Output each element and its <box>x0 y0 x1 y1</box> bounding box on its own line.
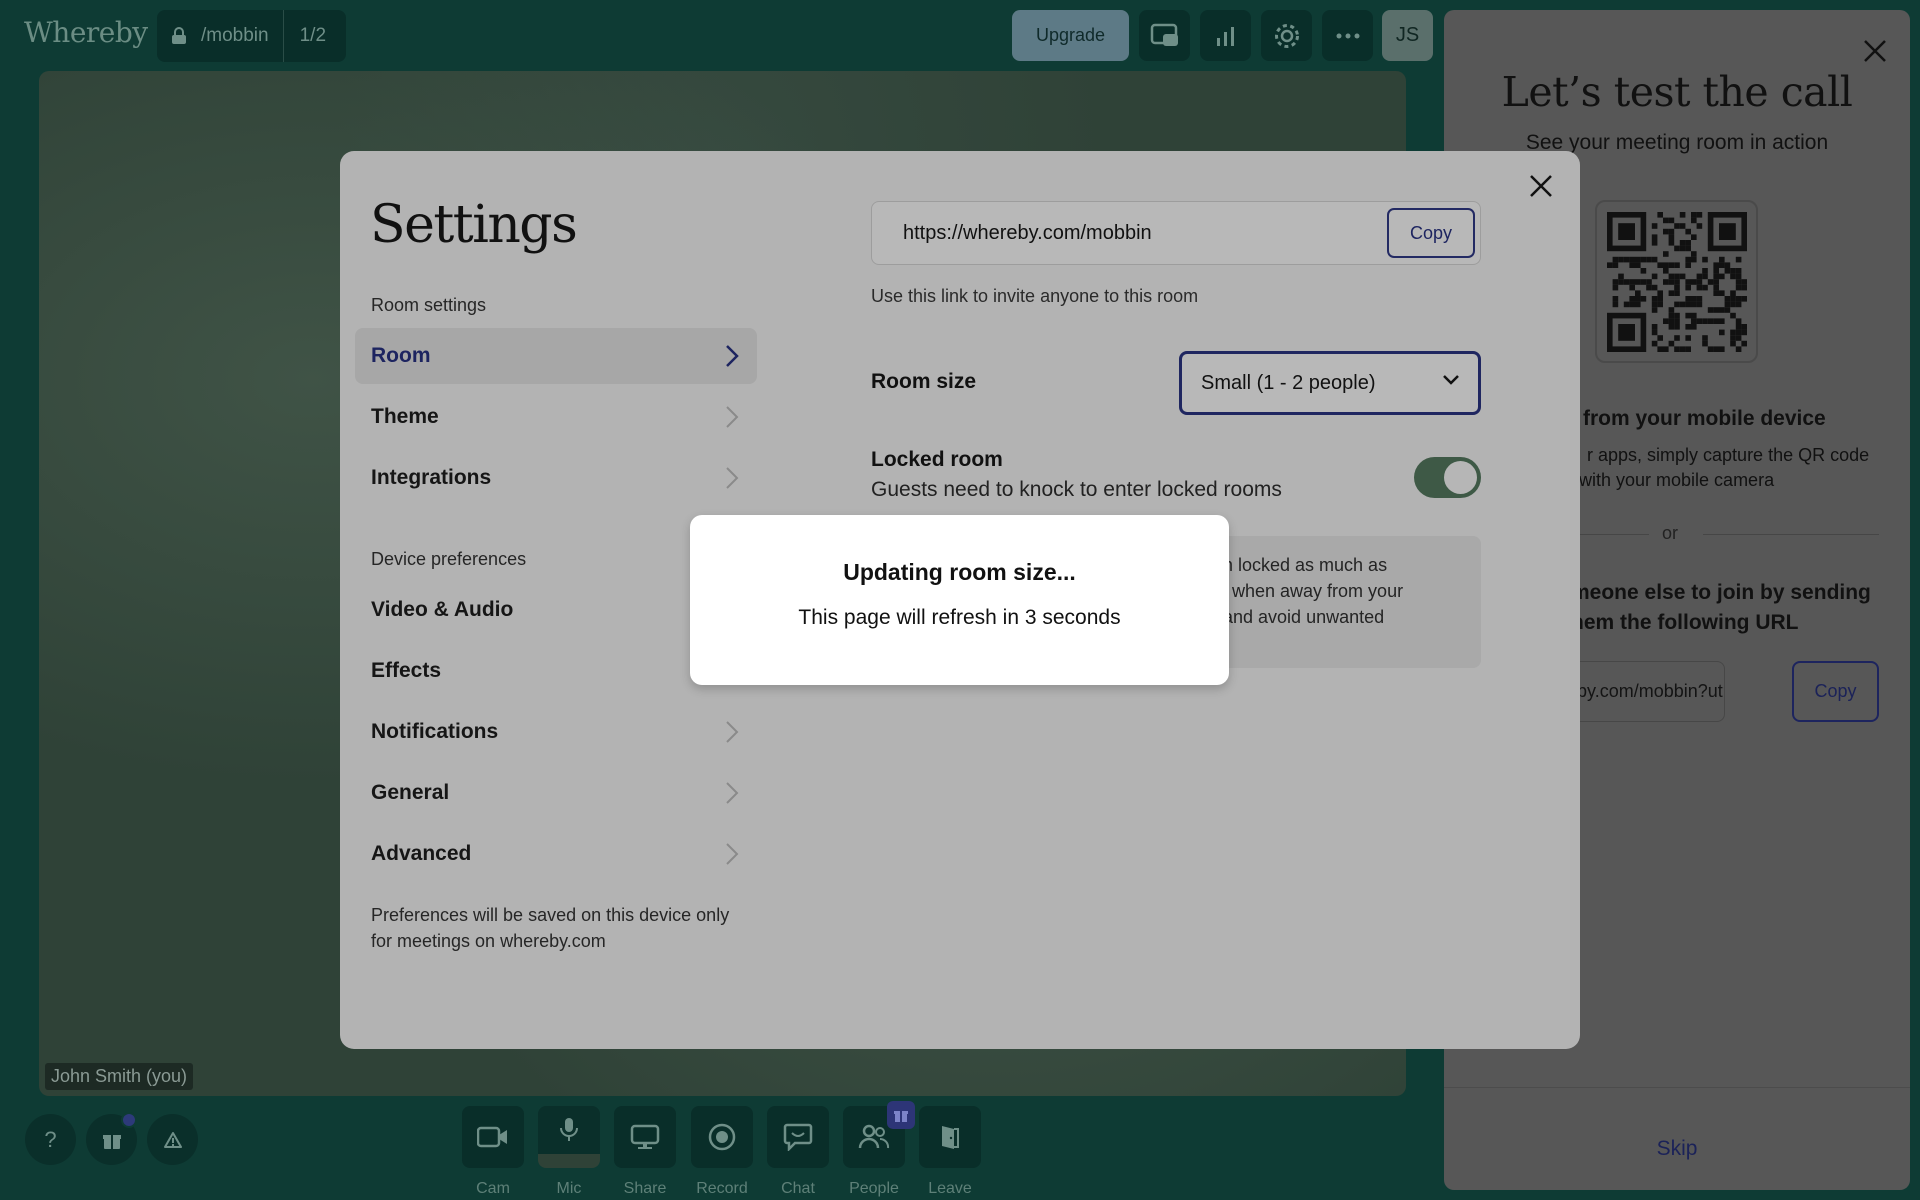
mobile-text-2: with your mobile camera <box>1579 470 1775 490</box>
record-icon <box>708 1123 736 1151</box>
share-button[interactable]: Share <box>614 1106 676 1198</box>
notification-dot <box>121 1112 137 1128</box>
chevron-right-icon <box>726 406 739 428</box>
picture-in-picture-button[interactable] <box>1139 10 1190 61</box>
mic-button[interactable]: Mic <box>538 1106 600 1198</box>
invite-heading-1: meone else to join by sending <box>1571 581 1871 604</box>
leave-button[interactable]: Leave <box>919 1106 981 1198</box>
panel-footer-divider <box>1444 1087 1910 1088</box>
lock-icon <box>157 27 201 45</box>
settings-button[interactable] <box>1261 10 1312 61</box>
upgrade-button[interactable]: Upgrade <box>1012 10 1129 61</box>
copy-invite-url-button[interactable]: Copy <box>1792 661 1879 722</box>
room-info-pill[interactable]: /mobbin 1/2 <box>157 10 346 62</box>
chevron-right-icon <box>726 467 739 489</box>
mobile-heading: from your mobile device <box>1583 407 1826 430</box>
leave-door-icon <box>942 1126 959 1149</box>
question-mark-icon: ? <box>44 1126 57 1152</box>
report-issue-button[interactable] <box>147 1114 198 1165</box>
record-button[interactable]: Record <box>691 1106 753 1198</box>
preferences-note: Preferences will be saved on this device… <box>371 905 730 951</box>
room-size-label: Room size <box>871 370 977 393</box>
nav-item-label: Room <box>371 344 431 367</box>
copy-room-url-button[interactable]: Copy <box>1387 208 1475 258</box>
locked-room-toggle[interactable] <box>1414 457 1481 498</box>
close-icon <box>1864 40 1886 62</box>
room-size-select[interactable]: Small (1 - 2 people) <box>1179 351 1481 415</box>
nav-item-label: Integrations <box>371 466 492 489</box>
nav-item-label: Advanced <box>371 842 472 865</box>
nav-item-room[interactable]: Room <box>355 328 757 384</box>
locked-room-label: Locked room <box>871 448 1003 471</box>
avatar[interactable]: JS <box>1382 10 1433 61</box>
ellipsis-icon <box>1336 33 1359 38</box>
or-label: or <box>1662 523 1679 543</box>
gear-icon <box>1274 23 1299 48</box>
room-settings-label: Room settings <box>371 295 487 315</box>
device-preferences-label: Device preferences <box>371 549 527 569</box>
room-url-hint: Use this link to invite anyone to this r… <box>871 286 1199 306</box>
invite-heading-2: hem the following URL <box>1571 611 1799 634</box>
participant-count: 1/2 <box>299 25 327 46</box>
nav-item-label: Video & Audio <box>371 598 514 621</box>
picture-in-picture-icon <box>1150 23 1178 46</box>
people-icon <box>858 1124 890 1149</box>
chat-icon <box>783 1123 813 1151</box>
locked-room-info-text: m locked as much as s when away from you… <box>1218 555 1404 627</box>
more-options-button[interactable] <box>1322 10 1373 61</box>
leave-label: Leave <box>928 1180 972 1197</box>
nav-item-advanced[interactable]: Advanced <box>355 826 757 882</box>
nav-item-theme[interactable]: Theme <box>355 389 757 445</box>
nav-item-general[interactable]: General <box>355 765 757 821</box>
stats-button[interactable] <box>1200 10 1251 61</box>
self-name-tag: John Smith (you) <box>45 1063 194 1090</box>
close-settings-button[interactable] <box>1528 173 1554 204</box>
chat-button[interactable]: Chat <box>767 1106 829 1198</box>
chevron-right-icon <box>726 782 739 804</box>
chevron-right-icon <box>726 721 739 743</box>
share-label: Share <box>623 1180 667 1197</box>
gift-icon <box>102 1134 121 1149</box>
close-panel-button[interactable] <box>1862 38 1888 69</box>
room-name: /mobbin <box>201 10 284 62</box>
panel-title: Let’s test the call <box>1501 68 1853 116</box>
record-label: Record <box>696 1180 748 1197</box>
divider-right <box>1703 534 1879 535</box>
nav-item-label: Theme <box>371 405 439 428</box>
room-size-value: Small (1 - 2 people) <box>1201 371 1376 394</box>
chevron-right-icon <box>726 345 739 367</box>
nav-item-integrations[interactable]: Integrations <box>355 450 757 506</box>
camera-icon <box>477 1126 507 1148</box>
microphone-icon <box>560 1118 578 1141</box>
updating-room-size-modal: Updating room size... This page will ref… <box>690 515 1229 685</box>
people-label: People <box>849 1180 899 1197</box>
cam-button[interactable]: Cam <box>462 1106 524 1198</box>
gift-icon <box>894 1111 908 1122</box>
mobile-text-1: r apps, simply capture the QR code <box>1587 445 1870 465</box>
chat-label: Chat <box>781 1180 815 1197</box>
mic-label: Mic <box>556 1180 582 1197</box>
warning-icon <box>163 1131 182 1148</box>
close-icon <box>1530 175 1552 197</box>
locked-room-description: Guests need to knock to enter locked roo… <box>871 478 1282 501</box>
whereby-logo[interactable]: Whereby <box>24 16 148 49</box>
settings-title: Settings <box>370 195 578 255</box>
gift-badge <box>887 1101 915 1129</box>
qr-code <box>1595 200 1758 363</box>
help-button[interactable]: ? <box>25 1114 76 1165</box>
skip-button[interactable]: Skip <box>1444 1137 1910 1161</box>
nav-item-label: General <box>371 781 450 804</box>
toggle-knob <box>1444 461 1477 494</box>
chevron-down-icon <box>1443 375 1459 385</box>
cam-label: Cam <box>476 1180 510 1197</box>
nav-item-label: Effects <box>371 659 442 682</box>
bar-chart-icon <box>1216 26 1234 46</box>
modal-message: This page will refresh in 3 seconds <box>798 606 1121 629</box>
room-url-text: https://whereby.com/mobbin <box>903 221 1152 244</box>
modal-title: Updating room size... <box>843 559 1076 585</box>
nav-item-notifications[interactable]: Notifications <box>355 704 757 760</box>
screen-share-icon <box>630 1124 660 1149</box>
nav-item-label: Notifications <box>371 720 499 743</box>
chevron-right-icon <box>726 843 739 865</box>
